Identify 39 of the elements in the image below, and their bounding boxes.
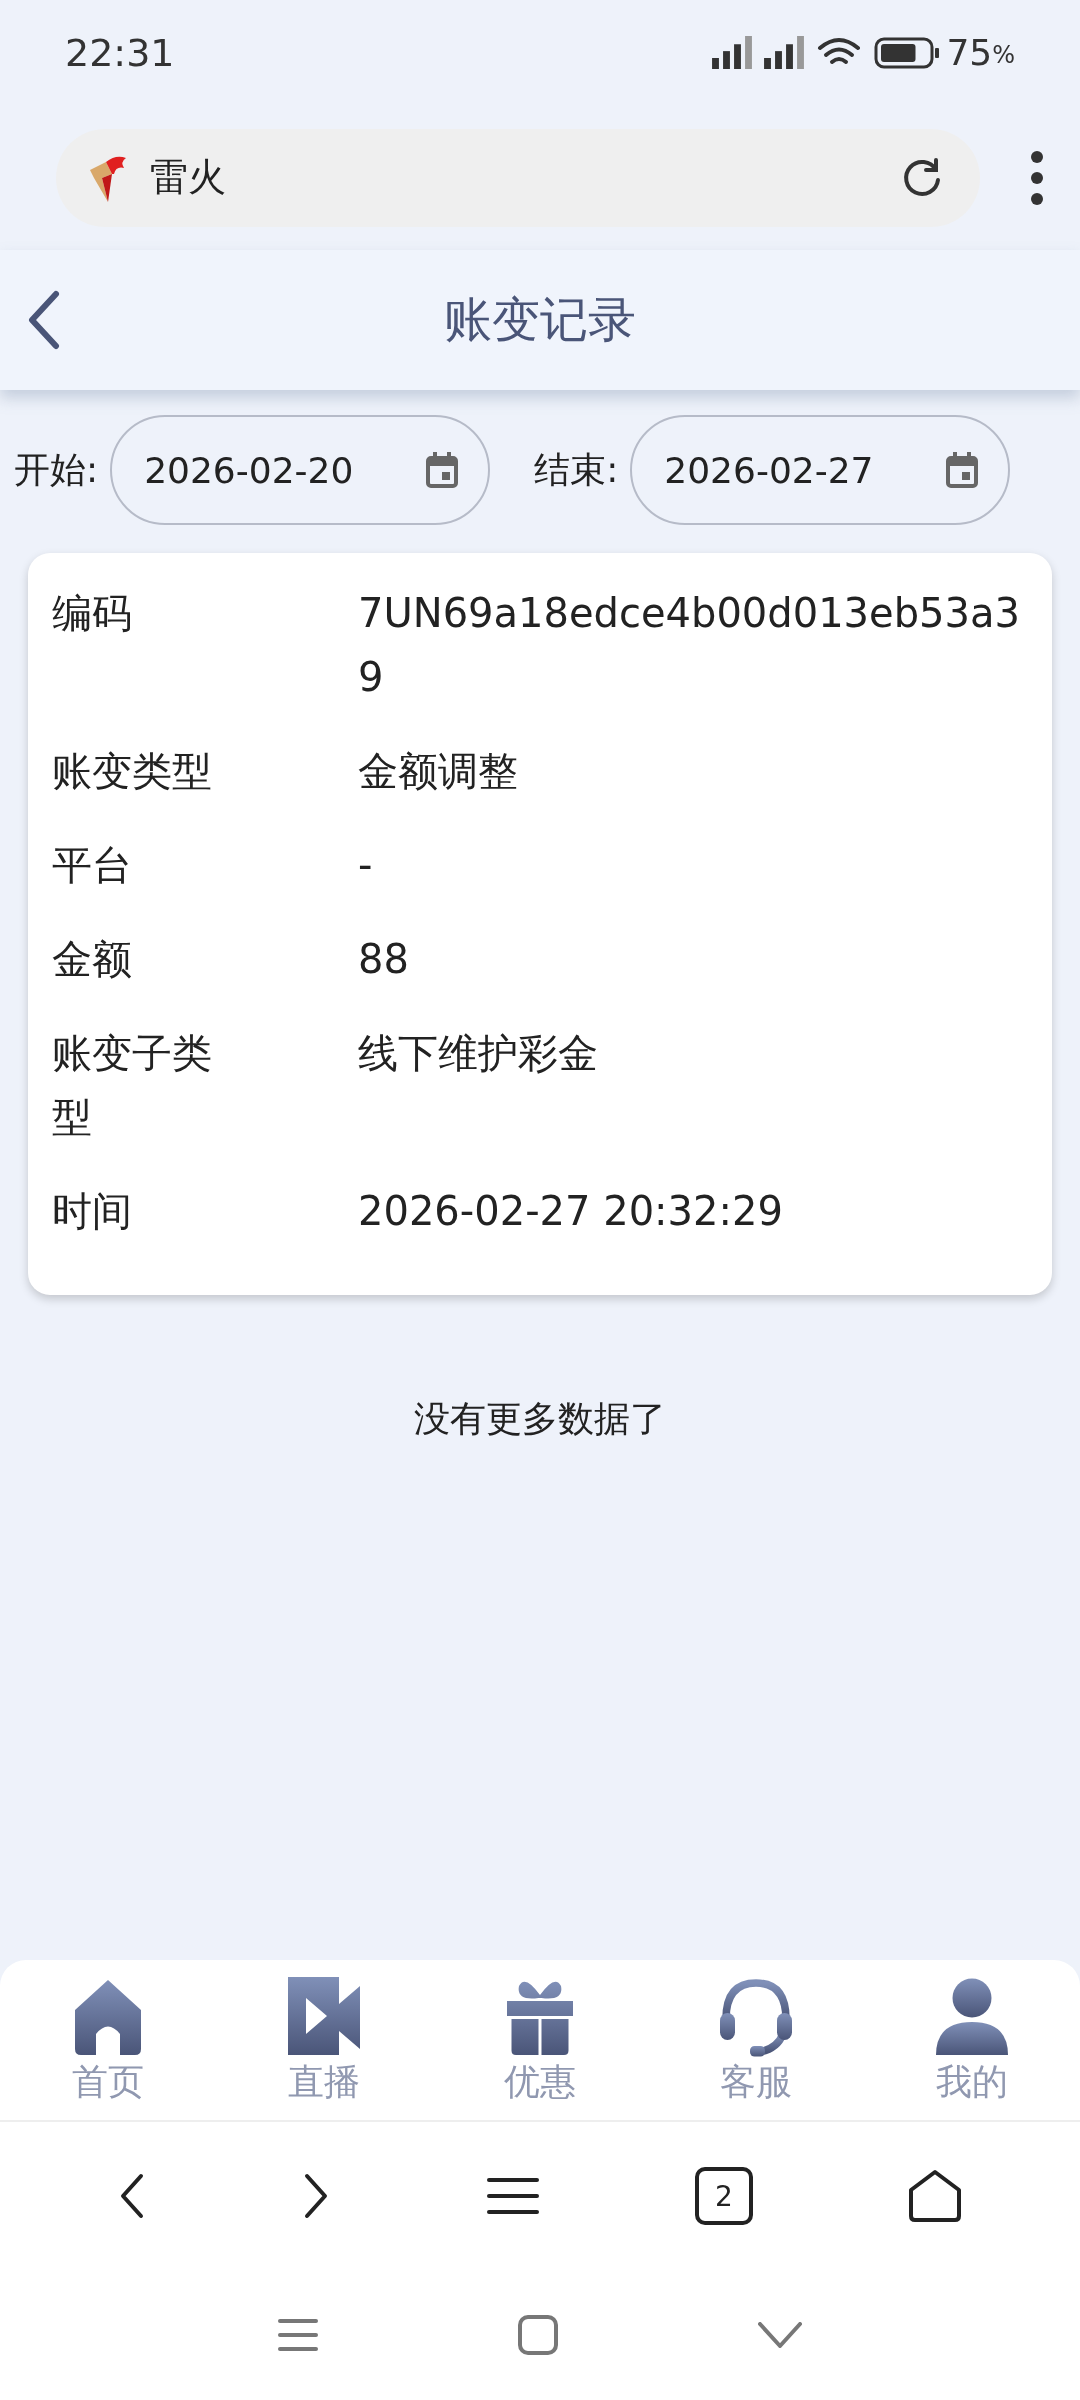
battery-level: 75 [946,32,993,73]
nav-tab[interactable]: 直播 [224,1973,424,2107]
field-label: 编码 [52,589,133,638]
date-field[interactable]: 2026-02-20 [110,415,491,525]
more-icon[interactable] [1030,149,1044,206]
chevron-down-icon[interactable] [758,2322,802,2348]
nav-tab[interactable]: 优惠 [440,1973,640,2107]
signal-icon [764,36,805,69]
date-label: 结束: [534,447,619,492]
nav-tab[interactable]: 客服 [656,1973,856,2107]
field-value: 88 [358,935,410,984]
field-value: 7UN69a18edce4b00d013eb53a39 [358,589,1021,702]
date-label: 开始: [14,447,99,492]
field-value: 2026-02-27 20:32:29 [358,1187,784,1236]
field-label: 账变类型 [52,747,213,796]
end-message: 没有更多数据了 [413,1397,667,1441]
nav-tab[interactable]: 我的 [872,1973,1072,2107]
field-value: 金额调整 [358,747,519,796]
field-label: 账变子类型 [52,1029,213,1142]
field-value: 线下维护彩金 [358,1029,599,1078]
field-label: 时间 [52,1187,133,1236]
percent-sign: % [992,41,1015,69]
battery-icon [874,36,941,69]
screen-title: 账变记录 [444,290,636,349]
field-label: 金额 [52,935,133,984]
date-field[interactable]: 2026-02-27 [630,415,1011,525]
clock: 22:31 [65,30,175,75]
nav-tab[interactable]: 首页 [8,1973,208,2107]
square-icon[interactable] [518,2315,558,2355]
calendar-icon [946,452,979,488]
home-icon[interactable] [907,2168,963,2224]
tabs-button[interactable]: 2 [695,2167,753,2225]
page-title: 雷火 [150,154,226,201]
calendar-icon [426,452,459,488]
back-icon[interactable] [26,290,62,350]
address-bar[interactable]: 雷火 [56,128,980,227]
field-value: - [358,841,374,890]
signal-icon [712,36,753,69]
field-label: 平台 [52,841,133,890]
